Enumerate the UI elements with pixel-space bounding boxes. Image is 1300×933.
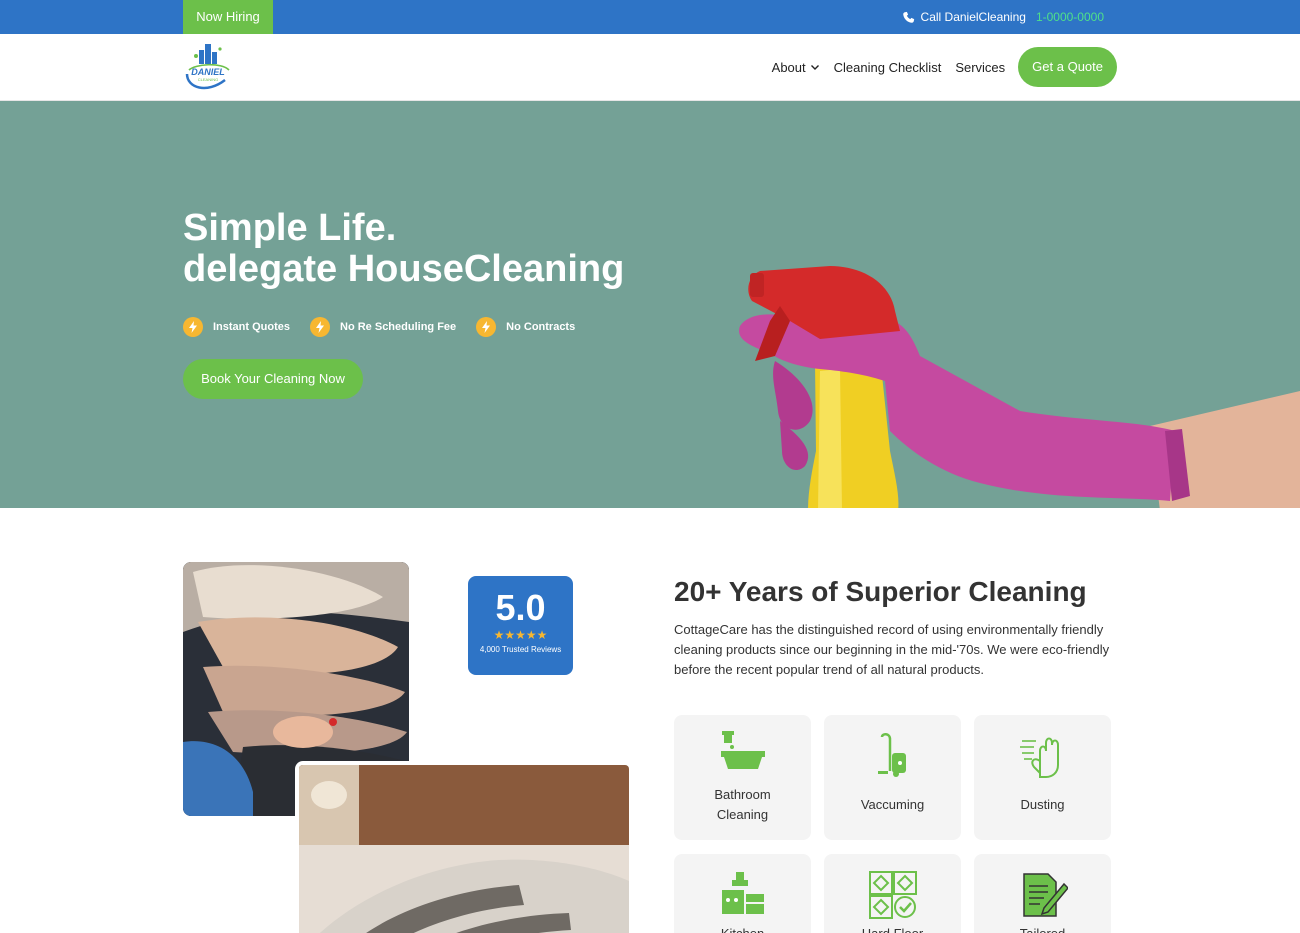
service-label: Cleaning (716, 807, 769, 822)
page: Now Hiring Call DanielCleaning 1-0000-00… (0, 0, 1300, 933)
bathtub-icon (721, 731, 765, 769)
feature-label: Instant Quotes (213, 321, 291, 333)
book-cleaning-button[interactable]: Book Your Cleaning Now (183, 359, 363, 399)
service-tile-tailored[interactable]: Tailored (974, 854, 1111, 933)
feature-no-rescheduling-fee: No Re Scheduling Fee (310, 317, 456, 337)
hero-banner: Simple Life. delegate HouseCleaning Inst… (0, 101, 1300, 508)
service-label: Kitchen (674, 924, 811, 933)
call-label: Call DanielCleaning (920, 10, 1026, 24)
nav-item-services[interactable]: Services (955, 60, 1005, 75)
service-tile-hard-floor[interactable]: Hard Floor (824, 854, 961, 933)
dusting-glove-icon (1020, 737, 1059, 778)
feature-no-contracts: No Contracts (476, 317, 575, 337)
kitchen-icon (722, 872, 764, 914)
about-text: CottageCare has the distinguished record… (674, 622, 1110, 677)
nav-item-cleaning-checklist[interactable]: Cleaning Checklist (834, 60, 942, 75)
service-label: Tailored (974, 924, 1111, 933)
feature-label: No Re Scheduling Fee (340, 321, 457, 333)
feature-label: No Contracts (506, 321, 576, 333)
phone-icon (902, 11, 914, 23)
vacuum-icon (878, 733, 906, 777)
floor-tiles-icon (869, 871, 917, 919)
hero-title: Simple Life. delegate HouseCleaning (183, 208, 624, 290)
service-label: Vaccuming (860, 797, 925, 812)
feature-instant-quotes: Instant Quotes (183, 317, 290, 337)
now-hiring-button[interactable]: Now Hiring (183, 0, 273, 34)
phone-number[interactable]: 1-0000-0000 (1036, 10, 1104, 24)
nav-item-about-label: About (771, 59, 806, 75)
main-nav: About Cleaning Checklist Services Get a … (758, 46, 1117, 88)
hero-title-line2: delegate HouseCleaning (183, 248, 625, 290)
service-tile-dusting[interactable]: Dusting (974, 715, 1111, 840)
rating-stars: ★★★★★ (493, 628, 548, 642)
service-tile-bathroom[interactable]: Bathroom Cleaning (674, 715, 811, 840)
lightning-bolt-icon (476, 317, 497, 337)
service-tile-vaccuming[interactable]: Vaccuming (824, 715, 961, 840)
service-tile-kitchen[interactable]: Kitchen (674, 854, 811, 933)
lightning-bolt-icon (183, 317, 203, 337)
lightning-bolt-icon (310, 317, 331, 337)
checklist-icon (1023, 873, 1068, 917)
daniel-cleaning-logo[interactable]: DANIEL CLEANING (181, 40, 235, 94)
striped-pillow-photo (295, 761, 633, 933)
svg-text:DANIEL: DANIEL (191, 67, 225, 77)
svg-text:CLEANING: CLEANING (198, 77, 218, 82)
rating-badge: 5.0 ★★★★★ 4,000 Trusted Reviews (468, 576, 573, 675)
hero-title-line1: Simple Life. (183, 207, 397, 249)
service-label: Hard Floor (824, 924, 961, 933)
call-link[interactable]: Call DanielCleaning 1-0000-0000 (902, 0, 1104, 34)
hero-features: Instant Quotes No Re Scheduling Fee No C… (183, 317, 575, 337)
site-header: DANIEL CLEANING About Cleaning Checklist… (0, 34, 1300, 101)
spray-bottle-glove-illustration (739, 266, 1300, 508)
top-bar: Now Hiring Call DanielCleaning 1-0000-00… (0, 0, 1300, 34)
get-a-quote-button[interactable]: Get a Quote (1018, 47, 1117, 87)
service-label: Dusting (1020, 797, 1065, 812)
chevron-down-icon (810, 65, 819, 70)
rating-reviews: 4,000 Trusted Reviews (479, 645, 562, 654)
nav-item-about[interactable]: About (772, 60, 820, 75)
about-title: 20+ Years of Superior Cleaning (674, 576, 1087, 607)
service-label: Bathroom (714, 787, 771, 802)
rating-score: 5.0 (495, 587, 546, 628)
